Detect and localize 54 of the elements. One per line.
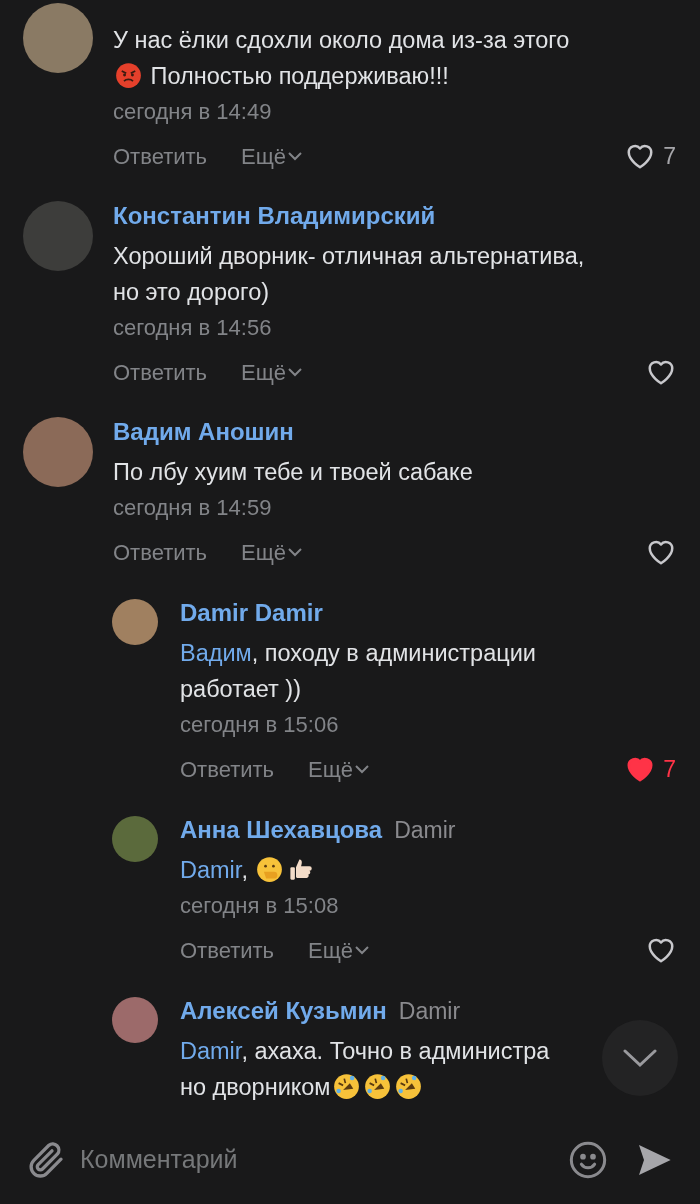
more-button[interactable]: Ещё	[308, 752, 370, 786]
mention-link[interactable]: Вадим	[180, 640, 252, 666]
like-count: 7	[663, 754, 676, 784]
reply-button[interactable]: Ответить	[113, 139, 208, 173]
like-count: 7	[663, 141, 676, 171]
comment-time: сегодня в 14:56	[113, 314, 273, 342]
caret-icon	[288, 367, 303, 377]
heart-icon[interactable]	[646, 358, 676, 386]
comment-time: сегодня в 15:06	[180, 711, 340, 739]
more-button[interactable]: Ещё	[241, 535, 303, 569]
face-covering-mouth-icon	[256, 856, 284, 883]
comment-time: сегодня в 15:08	[180, 892, 340, 920]
reply-to-name: Damir	[398, 997, 461, 1026]
reply-button[interactable]: Ответить	[180, 933, 275, 967]
reply-to-name: Damir	[394, 816, 456, 845]
chevron-down-icon	[623, 1048, 657, 1068]
comment-text: Вадим, походу в администрации работает ))	[180, 639, 536, 704]
thumbs-up-icon	[287, 856, 315, 883]
comment-text: По лбу хуим тебе и твоей сабаке	[113, 458, 473, 487]
avatar-photo[interactable]	[112, 816, 158, 862]
mention-link[interactable]: Damir	[180, 857, 242, 883]
smiley-icon[interactable]	[568, 1139, 608, 1180]
avatar-photo[interactable]	[112, 599, 158, 645]
comment-text: Damir,	[180, 852, 317, 888]
comment-text: У нас ёлки сдохли около дома из-за этого Полностью поддерживаю!!!	[113, 26, 570, 91]
author-name[interactable]: Константин Владимирский	[113, 198, 436, 234]
caret-icon	[355, 945, 370, 955]
comment-time: сегодня в 14:49	[113, 98, 273, 126]
author-name[interactable]: Вадим Аношин	[113, 414, 294, 450]
caret-icon	[288, 547, 303, 557]
laughing-face-icon	[332, 1073, 360, 1100]
reply-button[interactable]: Ответить	[113, 535, 208, 569]
caret-icon	[355, 764, 370, 774]
comment-input[interactable]: Комментарий	[80, 1140, 552, 1179]
paperclip-icon[interactable]	[26, 1139, 66, 1180]
laughing-face-icon	[363, 1073, 391, 1100]
laughing-face-icon	[394, 1073, 422, 1100]
more-button[interactable]: Ещё	[241, 355, 303, 389]
caret-icon	[288, 151, 303, 161]
reply-button[interactable]: Ответить	[113, 355, 208, 389]
heart-icon[interactable]	[646, 538, 676, 566]
author-name[interactable]: Алексей Кузьмин	[180, 993, 387, 1029]
comment-text: Хороший дворник- отличная альтернатива, но это дорого)	[113, 242, 585, 307]
avatar-photo[interactable]	[112, 997, 158, 1043]
reply-button[interactable]: Ответить	[180, 752, 275, 786]
comment-time: сегодня в 14:59	[113, 494, 273, 522]
more-button[interactable]: Ещё	[241, 139, 303, 173]
comment-text: Damir, ахаха. Точно в администра но дворником	[180, 1037, 550, 1102]
angry-face-icon	[115, 62, 142, 89]
author-name[interactable]: Damir Damir	[180, 595, 323, 631]
mention-link[interactable]: Damir	[180, 1038, 242, 1064]
heart-icon[interactable]	[646, 936, 676, 964]
more-button[interactable]: Ещё	[308, 933, 370, 967]
author-name[interactable]: Анна Шехавцова	[180, 812, 383, 848]
